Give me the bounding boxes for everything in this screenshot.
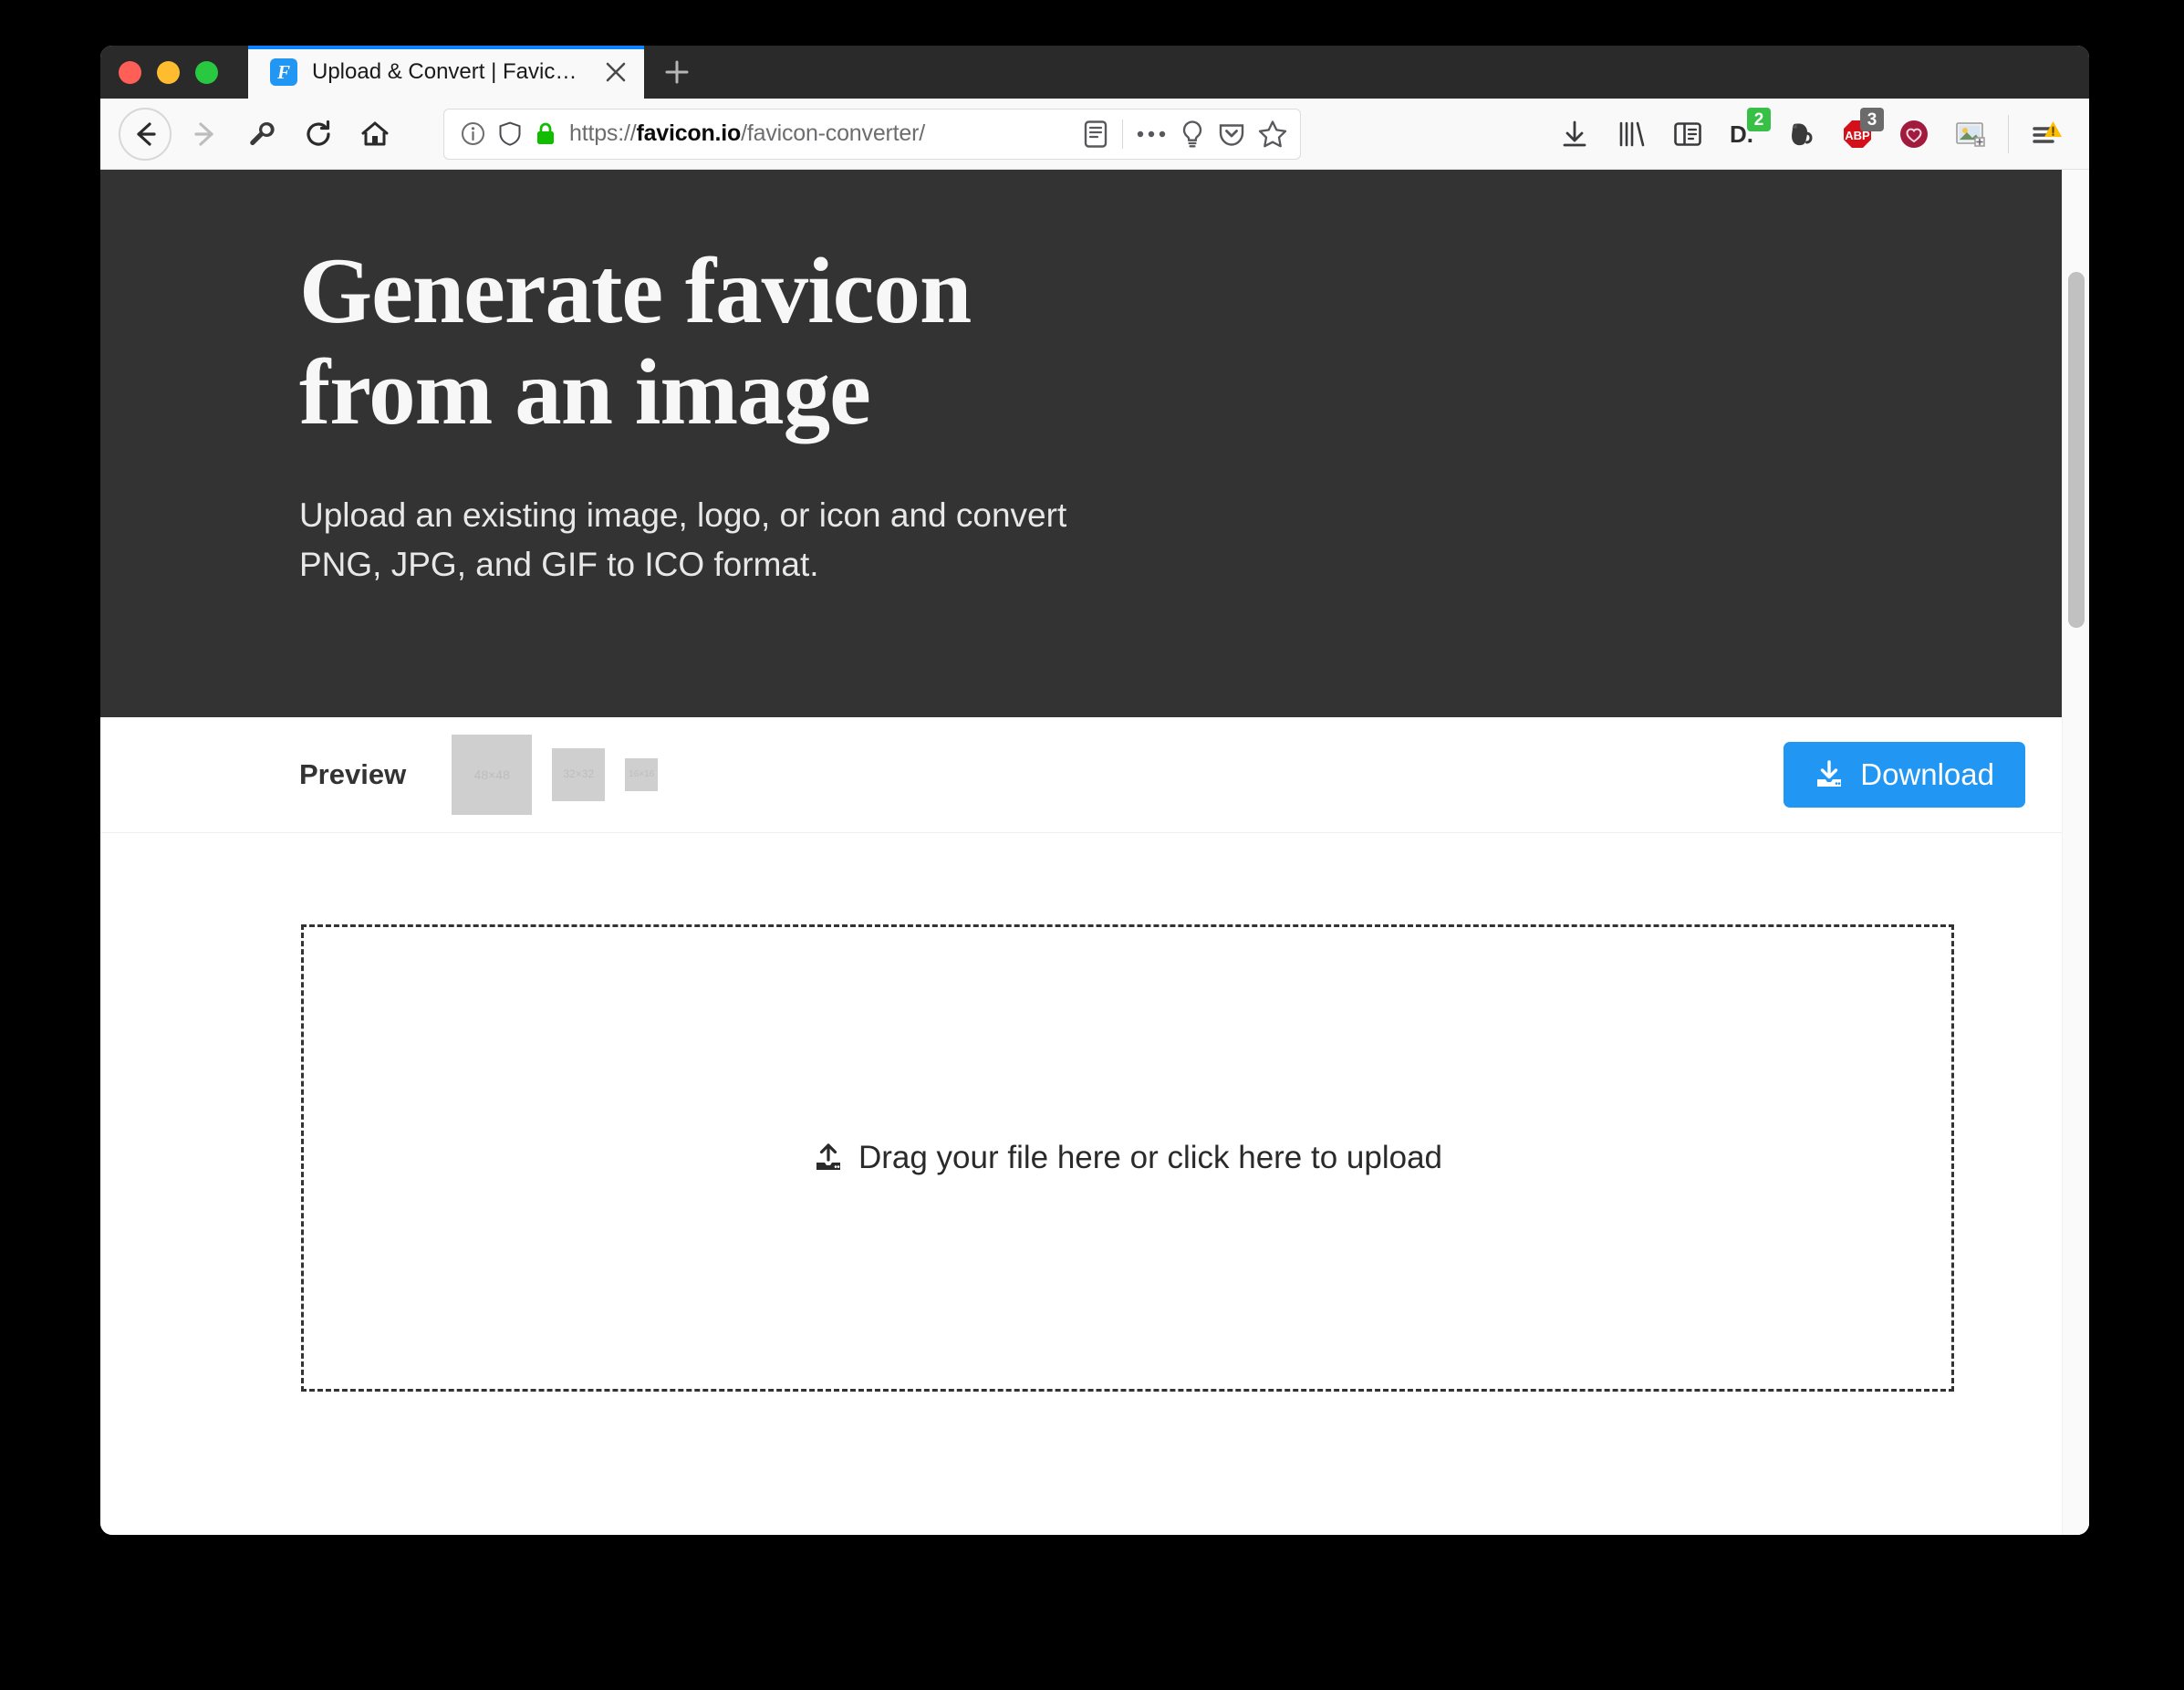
favicon-f-icon: F — [270, 58, 297, 86]
pocket-icon[interactable] — [1218, 120, 1245, 148]
new-tab-button[interactable] — [644, 46, 710, 99]
star-icon[interactable] — [1258, 120, 1287, 148]
downloads-icon[interactable] — [1546, 106, 1603, 162]
toolbar-divider — [2008, 115, 2009, 153]
url-text[interactable]: https://favicon.io/favicon-converter/ — [569, 120, 1069, 147]
dropzone-label: Drag your file here or click here to upl… — [858, 1140, 1443, 1175]
home-button[interactable] — [347, 106, 403, 162]
dashlane-badge: 2 — [1747, 108, 1771, 131]
menu-icon[interactable] — [2018, 106, 2075, 162]
close-tab-icon[interactable] — [600, 57, 631, 88]
page-title: Generate favicon from an image — [299, 239, 972, 445]
maximize-window-button[interactable] — [195, 60, 218, 84]
page-viewport: Generate favicon from an image Upload an… — [100, 170, 2089, 1535]
wrench-icon[interactable] — [234, 106, 290, 162]
preview-thumb-16[interactable]: 16×16 — [625, 758, 659, 791]
dashlane-icon[interactable]: D. 2 — [1716, 106, 1773, 162]
tab-strip: F Upload & Convert | Favicon.io — [100, 46, 2089, 99]
preview-label: Preview — [299, 758, 407, 790]
download-icon — [1815, 760, 1844, 789]
tab-title: Upload & Convert | Favicon.io — [312, 59, 586, 84]
hero-section: Generate favicon from an image Upload an… — [100, 170, 2062, 717]
preview-thumb-32[interactable]: 32×32 — [552, 748, 606, 801]
sidebar-icon[interactable] — [1659, 106, 1716, 162]
scrollbar-thumb[interactable] — [2068, 272, 2085, 628]
download-button[interactable]: Download — [1784, 742, 2025, 808]
screenshot-icon[interactable] — [1942, 106, 1999, 162]
reload-button[interactable] — [290, 106, 347, 162]
window-controls — [119, 46, 218, 99]
close-window-button[interactable] — [119, 60, 141, 84]
reader-mode-icon[interactable] — [1082, 120, 1109, 149]
address-bar[interactable]: https://favicon.io/favicon-converter/ — [443, 108, 1301, 160]
navigation-toolbar: https://favicon.io/favicon-converter/ D.… — [100, 99, 2089, 170]
minimize-window-button[interactable] — [157, 60, 180, 84]
adblock-badge: 3 — [1860, 108, 1884, 131]
padlock-icon[interactable] — [535, 121, 556, 146]
lightbulb-icon[interactable] — [1180, 120, 1205, 149]
download-label: Download — [1860, 757, 1994, 791]
back-button[interactable] — [119, 107, 172, 161]
preview-thumbnails: 48×48 32×32 16×16 — [452, 735, 659, 815]
browser-tab[interactable]: F Upload & Convert | Favicon.io — [248, 46, 644, 99]
browser-window: F Upload & Convert | Favicon.io https://… — [100, 46, 2089, 1535]
page-content: Generate favicon from an image Upload an… — [100, 170, 2062, 1535]
page-scrollbar[interactable] — [2062, 170, 2089, 1535]
file-dropzone[interactable]: Drag your file here or click here to upl… — [301, 924, 1954, 1392]
toolbar-divider — [1122, 119, 1123, 149]
upload-icon — [813, 1142, 844, 1174]
ellipsis-icon[interactable] — [1136, 129, 1167, 140]
shield-icon[interactable] — [498, 121, 522, 146]
dropzone-wrapper: Drag your file here or click here to upl… — [100, 833, 2062, 1392]
library-icon[interactable] — [1603, 106, 1659, 162]
preview-thumb-48[interactable]: 48×48 — [452, 735, 533, 815]
forward-button[interactable] — [177, 106, 234, 162]
extensions-toolbar: D. 2 ABP 3 — [1546, 99, 2075, 170]
page-subtitle: Upload an existing image, logo, or icon … — [299, 496, 1067, 584]
pocket-heart-icon[interactable] — [1886, 106, 1942, 162]
evernote-icon[interactable] — [1773, 106, 1829, 162]
preview-bar: Preview 48×48 32×32 16×16 Download — [100, 717, 2062, 833]
adblockplus-icon[interactable]: ABP 3 — [1829, 106, 1886, 162]
info-circle-icon[interactable] — [461, 121, 485, 146]
